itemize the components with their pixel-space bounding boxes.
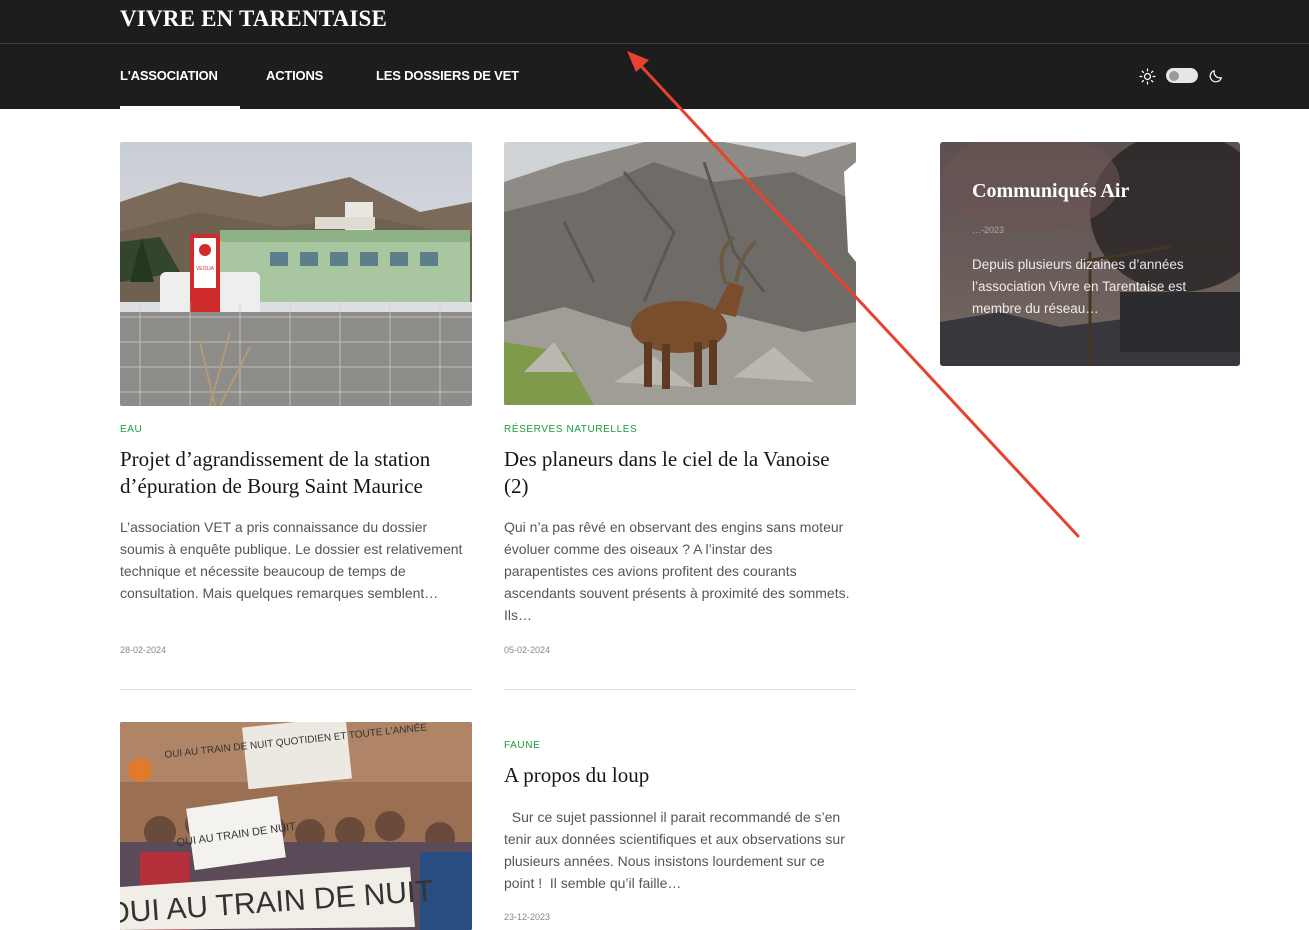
post-date: 28-02-2024 [120,645,167,655]
top-bar: VIVRE EN TARENTAISE [0,0,1309,44]
post-image-ibex[interactable] [504,142,856,405]
nav-item-actions[interactable]: ACTIONS [266,44,323,109]
theme-switch [1139,66,1225,86]
main-navigation: L'ASSOCIATION ACTIONS LES DOSSIERS DE VE… [0,44,1309,109]
post-title[interactable]: Des planeurs dans le ciel de la Vanoise … [504,446,856,500]
post-excerpt: Sur ce sujet passionnel il parait recomm… [504,809,849,891]
moon-icon [1209,70,1222,83]
site-title[interactable]: VIVRE EN TARENTAISE [120,6,387,32]
post-category[interactable]: FAUNE [504,740,540,751]
sidebar-card-title[interactable]: Communiqués Air [972,180,1129,203]
station-photo: VEOLIA [120,142,472,406]
post-date: 23-12-2023 [504,912,551,922]
post-category[interactable]: RÉSERVES NATURELLES [504,424,637,435]
post-title[interactable]: A propos du loup [504,762,856,789]
post-image-protest[interactable]: OUI AU TRAIN DE NUIT QUOTIDIEN ET TOUTE … [120,722,472,930]
post-title[interactable]: Projet d’agrandissement de la station d’… [120,446,472,500]
nav-item-association[interactable]: L'ASSOCIATION [120,44,240,109]
sidebar-card-date: …-2023 [972,225,1005,235]
sun-icon [1139,68,1156,85]
post-divider [504,689,856,690]
ibex-photo [504,142,856,405]
post-divider [120,689,472,690]
veolia-sign: VEOLIA [196,266,215,272]
dark-mode-toggle[interactable] [1166,68,1198,83]
post-excerpt: L’association VET a pris connaissance du… [120,519,463,601]
post-category[interactable]: EAU [120,424,142,435]
protest-photo: OUI AU TRAIN DE NUIT QUOTIDIEN ET TOUTE … [120,722,472,930]
post-image-station[interactable]: VEOLIA [120,142,472,406]
toggle-knob [1169,70,1179,81]
nav-item-dossiers[interactable]: LES DOSSIERS DE VET [376,44,519,109]
post-excerpt: Qui n’a pas rêvé en observant des engins… [504,519,850,623]
sidebar-card-communiques-air[interactable]: Communiqués Air …-2023 Depuis plusieurs … [940,142,1240,366]
post-date: 05-02-2024 [504,645,551,655]
sidebar-card-excerpt: Depuis plusieurs dizaines d’années l’ass… [972,257,1187,316]
